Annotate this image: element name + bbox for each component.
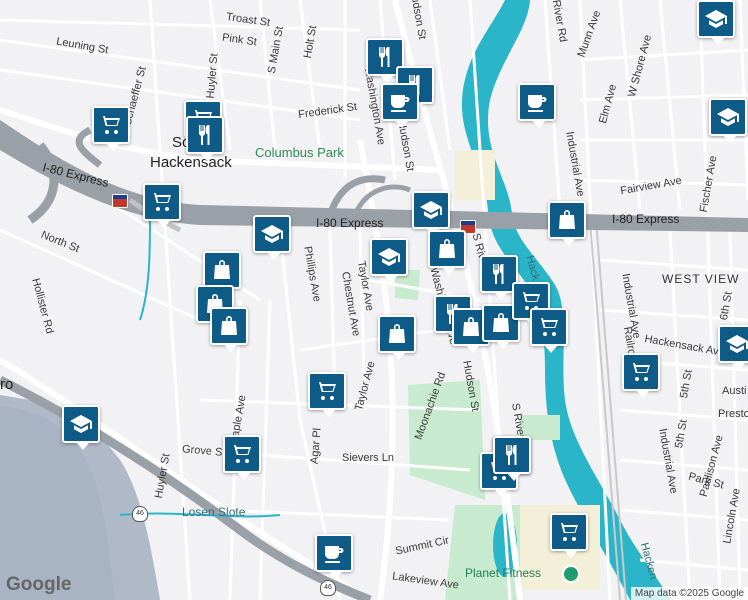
street-label: Presto bbox=[718, 408, 748, 420]
poi-marker-restaurant[interactable] bbox=[493, 436, 531, 481]
shopping-cart-icon bbox=[557, 520, 581, 544]
fork-knife-icon bbox=[500, 443, 524, 467]
shopping-cart-icon bbox=[537, 315, 561, 339]
graduation-cap-icon bbox=[260, 222, 284, 246]
shopping-cart-icon bbox=[230, 442, 254, 466]
street-label: Austi bbox=[722, 385, 747, 397]
graduation-cap-icon bbox=[69, 412, 93, 436]
i80-shield-icon bbox=[112, 194, 128, 208]
poi-marker-shopping[interactable] bbox=[428, 230, 466, 275]
poi-marker-grocery[interactable] bbox=[550, 513, 588, 558]
poi-marker-shopping[interactable] bbox=[210, 307, 248, 352]
graduation-cap-icon bbox=[419, 198, 443, 222]
us46-shield-icon: 46 bbox=[132, 506, 148, 522]
shopping-bag-icon bbox=[459, 315, 483, 339]
shopping-bag-icon bbox=[210, 258, 234, 282]
fork-knife-icon bbox=[193, 123, 217, 147]
park-label: Columbus Park bbox=[255, 145, 344, 160]
poi-marker-grocery[interactable] bbox=[143, 183, 181, 228]
poi-marker-grocery[interactable] bbox=[223, 435, 261, 480]
street-label: Sievers Ln bbox=[342, 452, 394, 464]
graduation-cap-icon bbox=[377, 245, 401, 269]
poi-marker-school[interactable] bbox=[253, 215, 291, 260]
place-label: Planet Fitness bbox=[465, 566, 542, 580]
poi-marker-school[interactable] bbox=[718, 325, 748, 370]
poi-marker-grocery[interactable] bbox=[622, 353, 660, 398]
shopping-cart-icon bbox=[99, 113, 123, 137]
poi-marker-cafe[interactable] bbox=[315, 534, 353, 579]
map-attribution: Map data ©2025 Google bbox=[630, 587, 748, 600]
coffee-cup-icon bbox=[388, 90, 412, 114]
shopping-bag-icon bbox=[385, 322, 409, 346]
poi-marker-grocery[interactable] bbox=[92, 106, 130, 151]
us46-shield-icon: 46 bbox=[320, 580, 336, 596]
fork-knife-icon bbox=[487, 262, 511, 286]
poi-marker-school[interactable] bbox=[697, 0, 735, 45]
neighborhood-label: WEST VIEW bbox=[662, 272, 740, 286]
shopping-cart-icon bbox=[150, 190, 174, 214]
shopping-cart-icon bbox=[315, 379, 339, 403]
fork-knife-icon bbox=[373, 45, 397, 69]
coffee-cup-icon bbox=[525, 90, 549, 114]
place-label: Hackensack bbox=[150, 154, 232, 171]
graduation-cap-icon bbox=[704, 7, 728, 31]
poi-marker-shopping[interactable] bbox=[378, 315, 416, 360]
highway-label: I-80 Express bbox=[612, 212, 680, 226]
poi-marker-grocery[interactable] bbox=[308, 372, 346, 417]
poi-marker-school[interactable] bbox=[370, 238, 408, 283]
poi-marker-shopping[interactable] bbox=[203, 251, 241, 296]
graduation-cap-icon bbox=[725, 332, 748, 356]
shopping-cart-icon bbox=[629, 360, 653, 384]
place-label: ro bbox=[0, 376, 14, 393]
poi-marker-school[interactable] bbox=[709, 98, 747, 143]
commercial-area bbox=[455, 150, 495, 200]
poi-marker-cafe[interactable] bbox=[518, 83, 556, 128]
highway-label: I-80 Express bbox=[316, 216, 384, 230]
waterway-label: Losen Slote bbox=[182, 505, 246, 519]
map-canvas[interactable]: Troast St Pink St Holt St S Main St Leun… bbox=[0, 0, 748, 600]
shopping-bag-icon bbox=[489, 311, 513, 335]
graduation-cap-icon bbox=[716, 105, 740, 129]
poi-marker-restaurant[interactable] bbox=[186, 116, 224, 161]
shopping-bag-icon bbox=[555, 208, 579, 232]
place-pin-icon[interactable] bbox=[562, 565, 580, 583]
shopping-bag-icon bbox=[217, 314, 241, 338]
poi-marker-grocery[interactable] bbox=[530, 308, 568, 353]
poi-marker-cafe[interactable] bbox=[381, 83, 419, 128]
google-logo: Google bbox=[6, 574, 72, 595]
poi-marker-school[interactable] bbox=[62, 405, 100, 450]
poi-marker-shopping[interactable] bbox=[548, 201, 586, 246]
shopping-bag-icon bbox=[435, 237, 459, 261]
coffee-cup-icon bbox=[322, 541, 346, 565]
poi-marker-school[interactable] bbox=[412, 191, 450, 236]
